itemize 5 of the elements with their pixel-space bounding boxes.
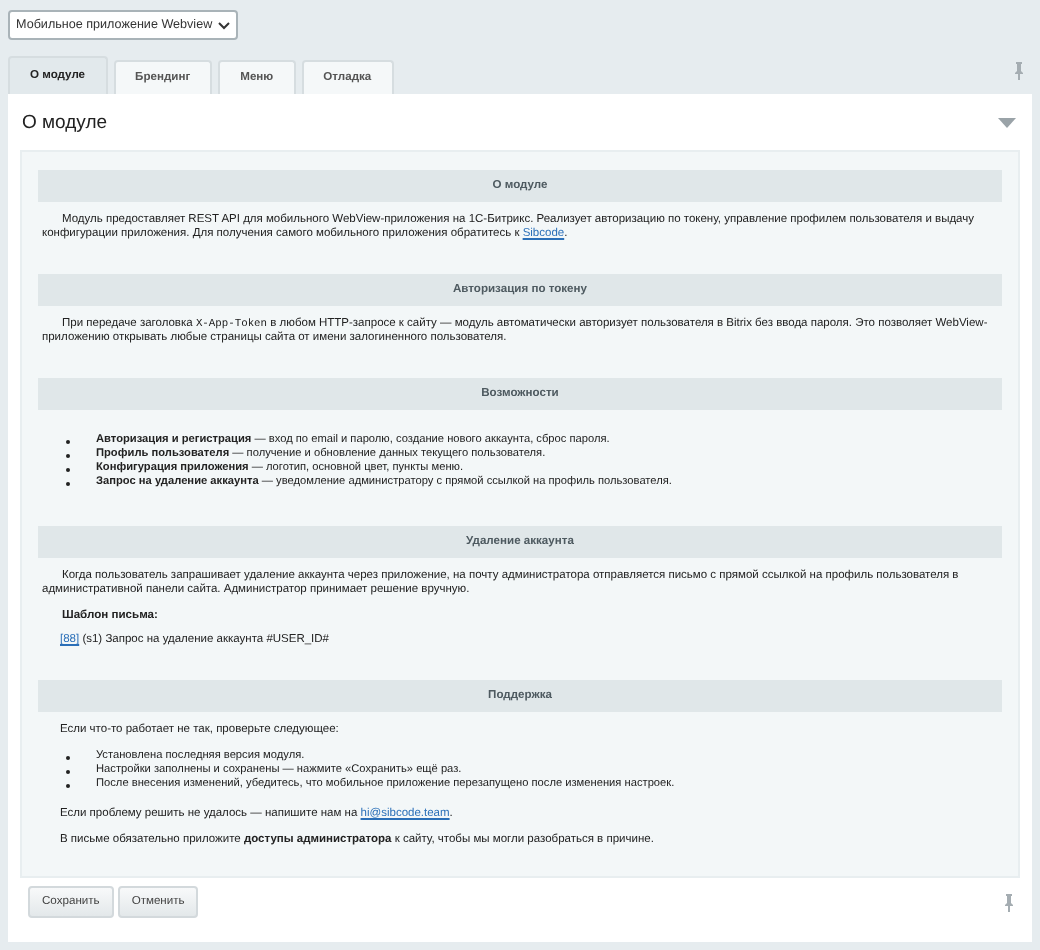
chevron-icon <box>218 21 231 29</box>
pin-icon[interactable] <box>1004 893 1014 911</box>
pin-icon[interactable] <box>1014 62 1024 80</box>
panel-title: О модуле <box>22 111 108 133</box>
collapse-icon[interactable] <box>998 117 1016 127</box>
